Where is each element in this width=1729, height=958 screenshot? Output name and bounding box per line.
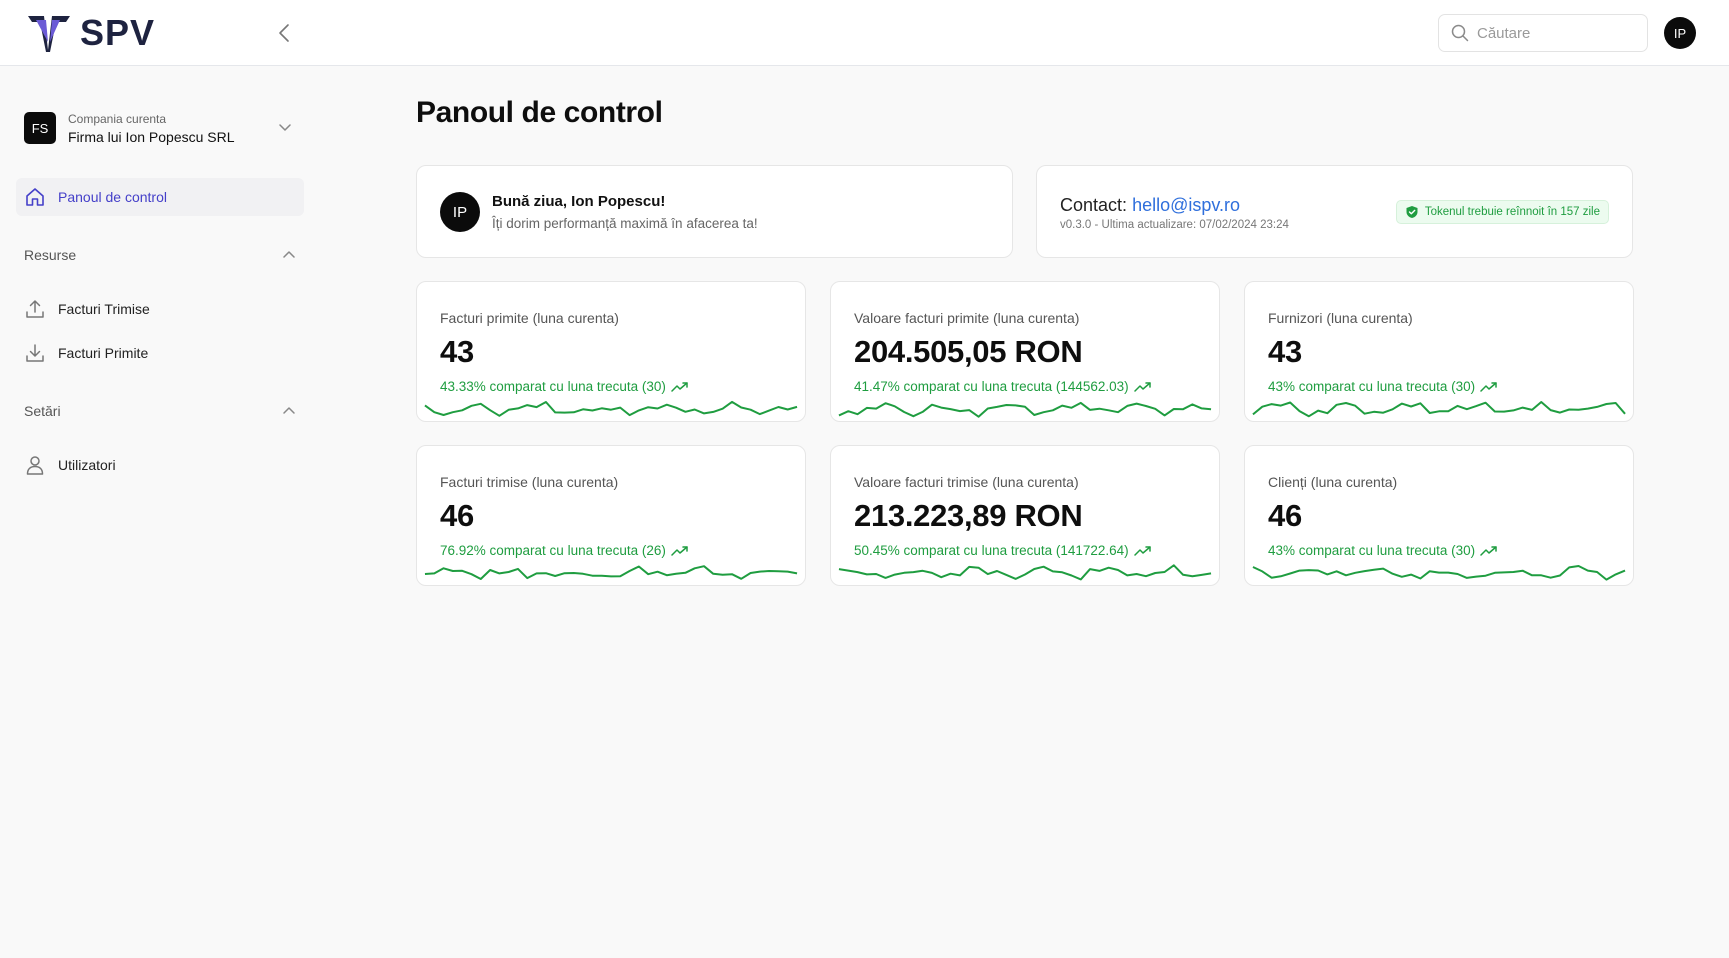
- trending-up-icon: [1480, 381, 1497, 392]
- stat-trend-text: 50.45% comparat cu luna trecuta (141722.…: [854, 543, 1129, 558]
- chevron-down-icon: [279, 124, 291, 131]
- avatar: IP: [440, 192, 480, 232]
- stat-card: Clienți (luna curenta) 46 43% comparat c…: [1244, 445, 1634, 586]
- sidebar-item-facturi-trimise[interactable]: Facturi Trimise: [16, 291, 304, 327]
- sidebar-item-utilizatori[interactable]: Utilizatori: [16, 447, 304, 483]
- stat-label: Furnizori (luna curenta): [1268, 310, 1413, 326]
- top-bar: SPV IP: [0, 0, 1729, 66]
- stat-card: Facturi trimise (luna curenta) 46 76.92%…: [416, 445, 806, 586]
- search-input[interactable]: [1477, 24, 1627, 42]
- status-badge: Tokenul trebuie reînnoit în 157 zile: [1395, 200, 1609, 224]
- section-title: Setări: [24, 403, 61, 419]
- stat-trend-text: 41.47% comparat cu luna trecuta (144562.…: [854, 379, 1129, 394]
- contact-card: Contact: hello@ispv.ro v0.3.0 - Ultima a…: [1036, 165, 1633, 258]
- sidebar-item-label: Facturi Trimise: [58, 301, 150, 317]
- upload-icon: [26, 300, 44, 318]
- stat-value: 43: [1268, 334, 1302, 369]
- sparkline: [1252, 565, 1626, 581]
- section-title: Resurse: [24, 247, 77, 263]
- sidebar-item-facturi-primite[interactable]: Facturi Primite: [16, 335, 304, 371]
- logo-text: SPV: [80, 12, 156, 53]
- collapse-sidebar-button[interactable]: [272, 20, 296, 46]
- sidebar-item-label: Utilizatori: [58, 457, 116, 473]
- sparkline-path: [838, 564, 1212, 581]
- stat-value: 46: [1268, 498, 1302, 533]
- company-caption: Compania curenta: [68, 111, 167, 126]
- chevron-left-icon: [279, 24, 289, 42]
- user-icon: [26, 456, 44, 475]
- welcome-card: IP Bună ziua, Ion Popescu! Îți dorim per…: [416, 165, 1013, 258]
- stat-trend-text: 43% comparat cu luna trecuta (30): [1268, 379, 1476, 394]
- stat-card: Valoare facturi trimise (luna curenta) 2…: [830, 445, 1220, 586]
- trending-up-icon: [1480, 545, 1497, 556]
- sidebar-section-resurse[interactable]: Resurse: [24, 244, 296, 266]
- trending-up-icon: [1133, 381, 1151, 392]
- stat-label: Clienți (luna curenta): [1268, 474, 1398, 490]
- sparkline-path: [838, 401, 1212, 418]
- sidebar-item-dashboard[interactable]: Panoul de control: [16, 178, 304, 216]
- chevron-up-icon: [283, 407, 295, 414]
- shield-check-icon: [1406, 206, 1418, 218]
- logo[interactable]: SPV: [26, 12, 155, 54]
- stat-trend: 41.47% comparat cu luna trecuta (144562.…: [854, 379, 1152, 394]
- stat-trend: 43.33% comparat cu luna trecuta (30): [440, 379, 689, 394]
- stat-trend-text: 43.33% comparat cu luna trecuta (30): [440, 379, 666, 394]
- stat-value: 204.505,05 RON: [854, 334, 1083, 369]
- version-info: v0.3.0 - Ultima actualizare: 07/02/2024 …: [1060, 219, 1289, 231]
- stat-trend-text: 76.92% comparat cu luna trecuta (26): [440, 543, 666, 558]
- chevron-up-icon: [283, 251, 295, 258]
- stat-value: 46: [440, 498, 474, 533]
- stat-trend: 76.92% comparat cu luna trecuta (26): [440, 543, 689, 558]
- sparkline: [838, 401, 1212, 418]
- trending-up-icon: [671, 545, 688, 556]
- logo-icon: [28, 16, 70, 52]
- contact-label: Contact:: [1060, 195, 1128, 215]
- sparkline: [1252, 401, 1626, 418]
- stat-label: Valoare facturi trimise (luna curenta): [854, 474, 1079, 490]
- sparkline-path: [424, 565, 798, 580]
- stat-trend-text: 43% comparat cu luna trecuta (30): [1268, 543, 1476, 558]
- welcome-title: Bună ziua, Ion Popescu!: [492, 193, 666, 210]
- user-avatar[interactable]: IP: [1664, 17, 1696, 49]
- stat-value: 213.223,89 RON: [854, 498, 1083, 533]
- sparkline: [424, 400, 798, 417]
- stat-card: Furnizori (luna curenta) 43 43% comparat…: [1244, 281, 1634, 422]
- stat-trend: 43% comparat cu luna trecuta (30): [1268, 543, 1498, 558]
- company-selector[interactable]: FS Compania curenta Firma lui Ion Popesc…: [24, 106, 296, 150]
- stat-trend: 50.45% comparat cu luna trecuta (141722.…: [854, 543, 1152, 558]
- stat-label: Facturi trimise (luna curenta): [440, 474, 619, 490]
- trending-up-icon: [671, 381, 688, 392]
- sidebar-section-setari[interactable]: Setări: [24, 400, 296, 422]
- sparkline-path: [1252, 565, 1626, 581]
- stat-card: Valoare facturi primite (luna curenta) 2…: [830, 281, 1220, 422]
- download-icon: [26, 344, 44, 362]
- sparkline-path: [1252, 401, 1626, 418]
- sparkline: [424, 565, 798, 580]
- stat-label: Facturi primite (luna curenta): [440, 310, 619, 326]
- contact-line: Contact: hello@ispv.ro: [1060, 195, 1240, 216]
- token-badge-text: Tokenul trebuie reînnoit în 157 zile: [1424, 206, 1600, 218]
- home-icon: [26, 188, 44, 206]
- search-icon: [1451, 24, 1469, 42]
- stat-trend: 43% comparat cu luna trecuta (30): [1268, 379, 1498, 394]
- sidebar: FS Compania curenta Firma lui Ion Popesc…: [0, 66, 320, 958]
- search-box[interactable]: [1438, 14, 1648, 52]
- stat-value: 43: [440, 334, 474, 369]
- sidebar-item-label: Facturi Primite: [58, 345, 149, 361]
- stat-label: Valoare facturi primite (luna curenta): [854, 310, 1080, 326]
- stat-card: Facturi primite (luna curenta) 43 43.33%…: [416, 281, 806, 422]
- company-name: Firma lui Ion Popescu SRL: [68, 128, 235, 145]
- company-badge: FS: [24, 112, 56, 144]
- sparkline: [838, 564, 1212, 581]
- welcome-subtitle: Îți dorim performanță maximă în afacerea…: [492, 216, 758, 231]
- sidebar-item-label: Panoul de control: [58, 189, 167, 205]
- sparkline-path: [424, 400, 798, 417]
- page-title: Panoul de control: [416, 96, 663, 129]
- trending-up-icon: [1133, 545, 1151, 556]
- contact-email-link[interactable]: hello@ispv.ro: [1132, 195, 1240, 215]
